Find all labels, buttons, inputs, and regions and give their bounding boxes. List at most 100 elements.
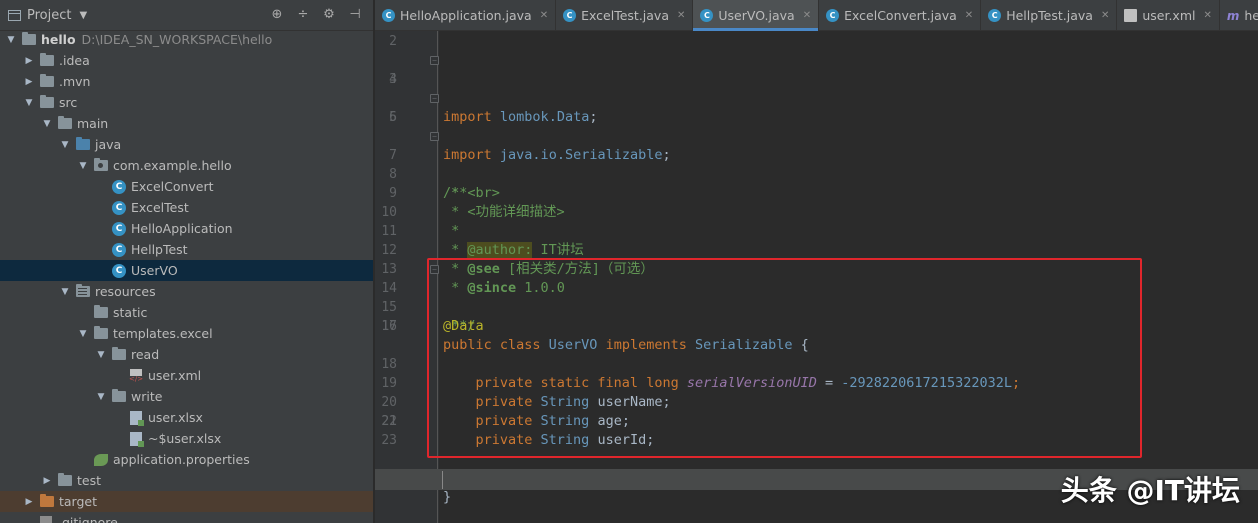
- xlsx-file-icon: [130, 431, 144, 447]
- close-icon[interactable]: ✕: [1101, 10, 1109, 21]
- expand-arrow-icon[interactable]: ▼: [4, 35, 18, 45]
- tree-item-label: main: [77, 116, 109, 131]
- tree-item-label: HelloApplication: [131, 221, 233, 236]
- expand-arrow-icon[interactable]: ▼: [94, 350, 108, 360]
- tree-item-label: .mvn: [59, 74, 91, 89]
- tree-item-label: ~$user.xlsx: [148, 431, 222, 446]
- expand-arrow-icon[interactable]: ▼: [58, 287, 72, 297]
- tree-item-label: user.xml: [148, 368, 202, 383]
- tab-hello-pom[interactable]: m hello: [1220, 0, 1258, 31]
- tab-label: ExcelTest.java: [581, 8, 669, 23]
- expand-arrow-icon[interactable]: ▶: [22, 497, 36, 507]
- tree-item-static[interactable]: static: [0, 302, 373, 323]
- expand-arrow-icon[interactable]: ▼: [76, 161, 90, 171]
- close-icon[interactable]: ✕: [803, 10, 811, 21]
- line-number: 6: [389, 110, 397, 125]
- package-icon: [94, 158, 108, 171]
- tree-item-label: UserVO: [131, 263, 178, 278]
- expand-arrow-icon[interactable]: ▶: [22, 77, 36, 87]
- class-icon: C: [988, 9, 1002, 22]
- folder-icon: [94, 326, 108, 339]
- close-icon[interactable]: ✕: [965, 10, 973, 21]
- expand-arrow-icon[interactable]: ▼: [58, 140, 72, 150]
- close-icon[interactable]: ✕: [1203, 10, 1211, 21]
- folder-icon: [40, 53, 54, 66]
- tree-item-templates-excel[interactable]: ▼ templates.excel: [0, 323, 373, 344]
- folder-icon: [94, 305, 108, 318]
- expand-arrow-icon[interactable]: ▶: [40, 476, 54, 486]
- chevron-down-icon[interactable]: ▼: [79, 10, 87, 21]
- expand-arrow-icon[interactable]: ▶: [22, 56, 36, 66]
- expand-arrow-icon[interactable]: ▼: [94, 392, 108, 402]
- editor-tabs: C HelloApplication.java ✕ C ExcelTest.ja…: [375, 0, 1258, 31]
- tab-uservo[interactable]: C UserVO.java ✕: [693, 0, 820, 31]
- tree-item-gitignore[interactable]: .gitignore: [0, 512, 373, 523]
- expand-arrow-icon[interactable]: ▼: [40, 119, 54, 129]
- tree-item-target[interactable]: ▶ target: [0, 491, 373, 512]
- tree-item-src[interactable]: ▼ src: [0, 92, 373, 113]
- code-editor[interactable]: 2 3 − import lombok.Data; 4 5 − import j…: [375, 31, 1258, 523]
- fold-icon[interactable]: −: [430, 56, 439, 65]
- tree-item-write[interactable]: ▼ write: [0, 386, 373, 407]
- xml-file-icon: [1124, 9, 1138, 22]
- tab-excelconvert[interactable]: C ExcelConvert.java ✕: [819, 0, 982, 31]
- tree-item-label: application.properties: [113, 452, 250, 467]
- class-icon: C: [563, 9, 577, 22]
- tree-item-temp-user-xlsx[interactable]: ~$user.xlsx: [0, 428, 373, 449]
- tree-item-mvn[interactable]: ▶ .mvn: [0, 71, 373, 92]
- close-icon[interactable]: ✕: [540, 10, 548, 21]
- tree-item-label: write: [131, 389, 163, 404]
- tree-item-java[interactable]: ▼ java: [0, 134, 373, 155]
- tree-item-hello[interactable]: ▼ hello D:\IDEA_SN_WORKSPACE\hello: [0, 29, 373, 50]
- tree-item-application-properties[interactable]: application.properties: [0, 449, 373, 470]
- tree-item-label: test: [77, 473, 102, 488]
- project-tree: ▼ hello D:\IDEA_SN_WORKSPACE\hello ▶ .id…: [0, 29, 373, 523]
- tree-item-excelconvert[interactable]: C ExcelConvert: [0, 176, 373, 197]
- tab-label: hello: [1244, 8, 1258, 23]
- tree-item-resources[interactable]: ▼ resources: [0, 281, 373, 302]
- hide-panel-icon[interactable]: ⊣: [347, 7, 363, 22]
- tree-item-idea[interactable]: ▶ .idea: [0, 50, 373, 71]
- expand-arrow-icon[interactable]: ▼: [76, 329, 90, 339]
- tree-item-test[interactable]: ▶ test: [0, 470, 373, 491]
- tree-item-uservo[interactable]: C UserVO: [0, 260, 373, 281]
- tab-user-xml[interactable]: user.xml ✕: [1117, 0, 1220, 31]
- tree-item-label: .idea: [59, 53, 90, 68]
- maven-icon: m: [1226, 8, 1240, 23]
- gear-icon[interactable]: ⚙: [321, 7, 337, 22]
- xlsx-file-icon: [130, 410, 144, 426]
- tree-item-read[interactable]: ▼ read: [0, 344, 373, 365]
- highlight-annotation-box: [427, 258, 1142, 458]
- project-toolbar: ⊕ ÷ ⚙ ⊣: [269, 7, 363, 22]
- fold-icon[interactable]: −: [430, 132, 439, 141]
- tree-item-hellptest[interactable]: C HellpTest: [0, 239, 373, 260]
- folder-icon: [58, 116, 72, 129]
- tree-item-user-xlsx[interactable]: user.xlsx: [0, 407, 373, 428]
- tree-item-helloapplication[interactable]: C HelloApplication: [0, 218, 373, 239]
- tab-hellptest[interactable]: C HellpTest.java ✕: [981, 0, 1118, 31]
- tree-item-label: hello: [41, 32, 76, 47]
- tab-label: user.xml: [1142, 8, 1196, 23]
- project-panel: Project ▼ ⊕ ÷ ⚙ ⊣ ▼ hello D:\IDEA_SN_WOR…: [0, 0, 374, 523]
- tab-helloapplication[interactable]: C HelloApplication.java ✕: [375, 0, 557, 31]
- locate-icon[interactable]: ⊕: [269, 7, 285, 22]
- tab-label: HellpTest.java: [1006, 8, 1093, 23]
- class-icon: C: [382, 9, 395, 22]
- tree-item-label: .gitignore: [58, 515, 118, 523]
- class-icon: C: [112, 263, 126, 278]
- tab-exceltest[interactable]: C ExcelTest.java ✕: [556, 0, 694, 31]
- folder-icon: [58, 473, 72, 486]
- close-icon[interactable]: ✕: [677, 10, 685, 21]
- module-folder-icon: [22, 32, 36, 45]
- tree-item-label: resources: [95, 284, 156, 299]
- tree-item-package[interactable]: ▼ com.example.hello: [0, 155, 373, 176]
- tree-item-label: target: [59, 494, 98, 509]
- watermark: 头条 @IT讲坛: [1060, 474, 1240, 507]
- tree-item-exceltest[interactable]: C ExcelTest: [0, 197, 373, 218]
- excluded-folder-icon: [40, 494, 54, 507]
- tree-item-main[interactable]: ▼ main: [0, 113, 373, 134]
- expand-arrow-icon[interactable]: ▼: [22, 98, 36, 108]
- fold-icon[interactable]: −: [430, 94, 439, 103]
- tree-item-user-xml[interactable]: user.xml: [0, 365, 373, 386]
- collapse-all-icon[interactable]: ÷: [295, 7, 311, 22]
